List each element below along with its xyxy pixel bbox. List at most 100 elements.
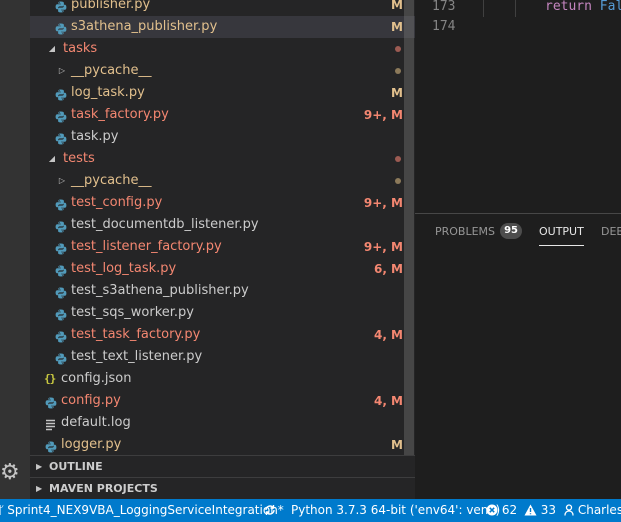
git-status-badge: 9+, M — [363, 240, 403, 254]
tab-output[interactable]: OUTPUT — [539, 214, 584, 250]
file-item[interactable]: test_text_listener.py — [30, 346, 415, 368]
file-item[interactable]: default.log — [30, 412, 415, 434]
gear-icon[interactable]: ⚙ — [0, 462, 18, 484]
file-item[interactable]: logger.py M — [30, 434, 415, 456]
file-item[interactable]: test_s3athena_publisher.py — [30, 280, 415, 302]
file-label: logger.py — [61, 437, 122, 452]
chevron-right-icon[interactable]: ▷ — [56, 60, 68, 82]
maven-projects-section-header[interactable]: ▶ MAVEN PROJECTS — [30, 477, 415, 499]
git-status-badge: M — [391, 438, 403, 452]
chevron-right-icon[interactable]: ▷ — [56, 170, 68, 192]
file-label: test_listener_factory.py — [71, 239, 222, 254]
status-dot — [395, 178, 401, 184]
folder-item[interactable]: ◢ tasks — [30, 38, 415, 60]
git-status-badge: M — [391, 86, 403, 100]
file-label: s3athena_publisher.py — [71, 19, 218, 34]
chevron-down-icon[interactable]: ◢ — [46, 148, 58, 170]
file-item[interactable]: test_sqs_worker.py — [30, 302, 415, 324]
live-share-user[interactable]: Charles — [564, 499, 621, 522]
folder-label: __pycache__ — [71, 173, 152, 188]
line-number: 173 — [432, 0, 456, 14]
file-label: test_s3athena_publisher.py — [71, 283, 249, 298]
outline-section-title: OUTLINE — [49, 460, 103, 473]
python-file-icon — [55, 241, 67, 255]
git-branch-item[interactable]: ᛘ Sprint4_NEX9VBA_LoggingServiceIntegrati… — [0, 499, 284, 522]
git-status-badge: M — [391, 20, 403, 34]
editor-line: 173 return Fal — [415, 0, 621, 17]
file-item[interactable]: task.py — [30, 126, 415, 148]
file-item[interactable]: {} config.json — [30, 368, 415, 390]
chevron-right-icon: ▶ — [36, 484, 43, 493]
file-label: test_config.py — [71, 195, 163, 210]
code-keyword: return — [545, 0, 592, 14]
file-item[interactable]: s3athena_publisher.py M — [30, 16, 415, 38]
tab-problems[interactable]: PROBLEMS 95 — [435, 214, 523, 250]
file-item[interactable]: test_log_task.py 6, M — [30, 258, 415, 280]
file-label: publisher.py — [71, 0, 151, 12]
file-label: config.py — [61, 393, 121, 408]
status-dot — [395, 156, 401, 162]
git-branch-label: Sprint4_NEX9VBA_LoggingServiceIntegratio… — [7, 503, 284, 517]
code-text: return Fal — [545, 0, 621, 17]
outline-section-header[interactable]: ▶ OUTLINE — [30, 455, 415, 477]
error-icon — [486, 504, 498, 515]
problems-count-badge: 95 — [500, 223, 523, 239]
file-label: test_task_factory.py — [71, 327, 201, 342]
file-label: task.py — [71, 129, 119, 144]
chevron-down-icon[interactable]: ◢ — [46, 38, 58, 60]
explorer-sidebar: publisher.py Ms3athena_publisher.py M ◢ task… — [30, 0, 415, 499]
python-interpreter[interactable]: Python 3.7.3 64-bit ('env64': venv) — [291, 499, 500, 522]
json-file-icon: {} — [44, 372, 56, 385]
file-label: config.json — [61, 371, 132, 386]
folder-item[interactable]: ▷ __pycache__ — [30, 170, 415, 192]
file-item[interactable]: log_task.py M — [30, 82, 415, 104]
git-status-badge: 4, M — [373, 394, 403, 408]
chevron-right-icon: ▶ — [36, 462, 43, 471]
file-item[interactable]: test_task_factory.py 4, M — [30, 324, 415, 346]
indent-guide — [515, 0, 516, 17]
tab-debug-console[interactable]: DEB — [601, 214, 621, 250]
file-item[interactable]: publisher.py M — [30, 0, 415, 16]
active-tab-indicator — [539, 245, 584, 246]
sync-button[interactable] — [264, 499, 276, 522]
line-number: 174 — [432, 19, 456, 34]
file-label: default.log — [61, 415, 131, 430]
python-file-icon — [55, 0, 67, 13]
file-label: test_log_task.py — [71, 261, 177, 276]
file-label: test_sqs_worker.py — [71, 305, 194, 320]
error-count: 62 — [501, 503, 518, 517]
explorer-scrollbar[interactable] — [404, 0, 414, 455]
git-branch-icon: ᛘ — [0, 503, 5, 517]
file-label: log_task.py — [71, 85, 145, 100]
log-file-icon — [46, 417, 55, 431]
code-constant: Fal — [599, 0, 621, 14]
python-file-icon — [55, 219, 67, 233]
git-status-badge: 9+, M — [363, 108, 403, 122]
file-item[interactable]: test_documentdb_listener.py — [30, 214, 415, 236]
folder-item[interactable]: ▷ __pycache__ — [30, 60, 415, 82]
python-file-icon — [55, 87, 67, 101]
python-file-icon — [55, 351, 67, 365]
folder-item[interactable]: ◢ tests — [30, 148, 415, 170]
person-icon — [564, 503, 574, 516]
python-file-icon — [55, 285, 67, 299]
file-label: task_factory.py — [71, 107, 169, 122]
editor-line: 174 — [415, 17, 621, 37]
git-status-badge: M — [391, 0, 403, 12]
file-item[interactable]: config.py 4, M — [30, 390, 415, 412]
code-editor[interactable]: 173 return Fal 174 — [415, 0, 621, 213]
python-file-icon — [55, 329, 67, 343]
git-status-badge: 9+, M — [363, 196, 403, 210]
file-item[interactable]: task_factory.py 9+, M — [30, 104, 415, 126]
activity-bar: ⚙ — [0, 0, 30, 499]
problems-summary[interactable]: 62 33 — [486, 499, 556, 522]
python-file-icon — [55, 21, 67, 35]
user-name: Charles — [577, 503, 621, 517]
status-bar: ᛘ Sprint4_NEX9VBA_LoggingServiceIntegrati… — [0, 499, 621, 522]
file-item[interactable]: test_listener_factory.py 9+, M — [30, 236, 415, 258]
tab-debug-label: DEB — [601, 225, 621, 238]
warning-icon — [524, 504, 537, 515]
maven-projects-section-title: MAVEN PROJECTS — [49, 482, 158, 495]
file-item[interactable]: test_config.py 9+, M — [30, 192, 415, 214]
git-status-badge: 6, M — [373, 262, 403, 276]
